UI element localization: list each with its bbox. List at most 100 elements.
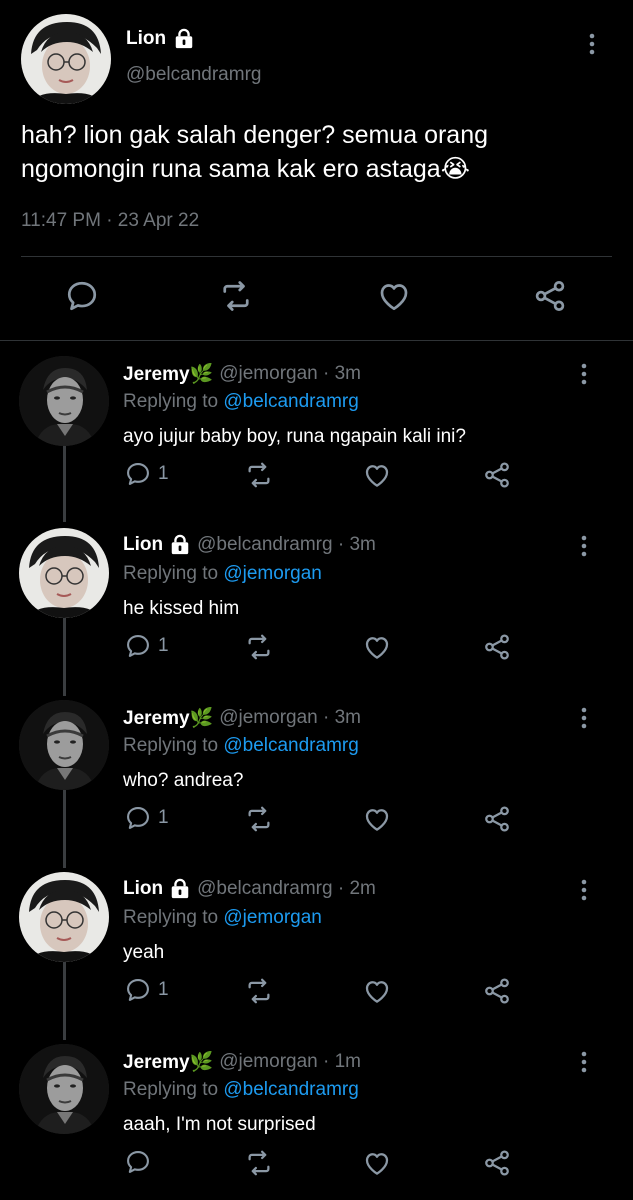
divider bbox=[21, 256, 612, 257]
divider bbox=[0, 340, 633, 341]
heart-icon[interactable] bbox=[376, 278, 412, 319]
more-vertical-icon[interactable] bbox=[580, 706, 588, 735]
reply-text: who? andrea? bbox=[123, 770, 244, 791]
mention-link[interactable]: @belcandramrg bbox=[223, 735, 358, 756]
retweet-icon[interactable] bbox=[244, 804, 274, 834]
reply-actions: 1 bbox=[0, 976, 633, 1006]
heart-icon[interactable] bbox=[362, 1148, 392, 1178]
share-icon[interactable] bbox=[482, 976, 512, 1006]
reply-header: Jeremy🌿 @jemorgan · 3m bbox=[123, 706, 361, 730]
lock-icon bbox=[169, 878, 191, 900]
avatar[interactable] bbox=[19, 1044, 109, 1134]
replying-label: Replying to bbox=[123, 563, 224, 584]
share-icon[interactable] bbox=[482, 1148, 512, 1178]
reply-count: 1 bbox=[158, 807, 169, 828]
more-vertical-icon[interactable] bbox=[580, 362, 588, 391]
retweet-icon[interactable] bbox=[244, 460, 274, 490]
replying-to: Replying to @jemorgan bbox=[123, 907, 322, 929]
reply-header: Jeremy🌿 @jemorgan · 1m bbox=[123, 1050, 361, 1074]
reply-tweet[interactable]: Jeremy🌿 @jemorgan · 1m Replying to @belc… bbox=[0, 1036, 633, 1200]
heart-icon[interactable] bbox=[362, 976, 392, 1006]
main-tweet: Lion @belcandramrg hah? lion gak salah d… bbox=[0, 0, 633, 340]
author-handle-time[interactable]: @jemorgan · 3m bbox=[219, 707, 361, 729]
retweet-icon[interactable] bbox=[244, 632, 274, 662]
author-name-text: Lion bbox=[126, 28, 167, 49]
reply-count: 1 bbox=[158, 979, 169, 1000]
lock-icon bbox=[173, 28, 195, 50]
replying-label: Replying to bbox=[123, 391, 224, 412]
mention-link[interactable]: @jemorgan bbox=[223, 563, 322, 584]
reply-button[interactable]: 1 bbox=[124, 632, 169, 660]
reply-icon bbox=[124, 804, 152, 832]
replying-to: Replying to @belcandramrg bbox=[123, 1079, 359, 1101]
reply-icon bbox=[124, 460, 152, 488]
reply-button[interactable] bbox=[124, 1148, 158, 1176]
replying-label: Replying to bbox=[123, 1079, 224, 1100]
retweet-icon[interactable] bbox=[244, 1148, 274, 1178]
author-name[interactable]: Jeremy🌿 bbox=[123, 362, 213, 386]
reply-text: aaah, I'm not surprised bbox=[123, 1114, 316, 1135]
reply-button[interactable]: 1 bbox=[124, 804, 169, 832]
more-vertical-icon[interactable] bbox=[580, 534, 588, 563]
avatar[interactable] bbox=[19, 700, 109, 790]
reply-icon bbox=[124, 976, 152, 1004]
heart-icon[interactable] bbox=[362, 632, 392, 662]
author-handle-time[interactable]: @belcandramrg · 3m bbox=[197, 534, 376, 556]
reply-header: Lion @belcandramrg · 2m bbox=[123, 878, 376, 900]
retweet-icon[interactable] bbox=[218, 278, 254, 319]
reply-count: 1 bbox=[158, 635, 169, 656]
replying-to: Replying to @belcandramrg bbox=[123, 391, 359, 413]
heart-icon[interactable] bbox=[362, 804, 392, 834]
mention-link[interactable]: @jemorgan bbox=[223, 907, 322, 928]
reply-button[interactable]: 1 bbox=[124, 460, 169, 488]
reply-icon bbox=[124, 632, 152, 660]
replying-to: Replying to @belcandramrg bbox=[123, 735, 359, 757]
author-handle[interactable]: @belcandramrg bbox=[126, 64, 261, 86]
author-name[interactable]: Lion bbox=[126, 28, 195, 50]
reply-text: ayo jujur baby boy, runa ngapain kali in… bbox=[123, 426, 466, 447]
tweet-text: hah? lion gak salah denger? semua orang … bbox=[21, 121, 489, 183]
share-icon[interactable] bbox=[482, 804, 512, 834]
retweet-icon[interactable] bbox=[244, 976, 274, 1006]
avatar[interactable] bbox=[19, 356, 109, 446]
more-vertical-icon[interactable] bbox=[588, 32, 596, 61]
author-name[interactable]: Jeremy🌿 bbox=[123, 706, 213, 730]
reply-text: he kissed him bbox=[123, 598, 240, 619]
replying-label: Replying to bbox=[123, 907, 224, 928]
reply-button[interactable]: 1 bbox=[124, 976, 169, 1004]
avatar[interactable] bbox=[19, 872, 109, 962]
reply-icon[interactable] bbox=[64, 278, 100, 319]
reply-tweet[interactable]: Lion @belcandramrg · 2m Replying to @jem… bbox=[0, 864, 633, 1036]
reply-tweet[interactable]: Jeremy🌿 @jemorgan · 3m Replying to @belc… bbox=[0, 692, 633, 864]
author-name[interactable]: Lion bbox=[123, 878, 163, 900]
author-name[interactable]: Jeremy🌿 bbox=[123, 1050, 213, 1074]
reply-tweet[interactable]: Jeremy🌿 @jemorgan · 3m Replying to @belc… bbox=[0, 348, 633, 520]
avatar[interactable] bbox=[21, 14, 111, 104]
reply-actions bbox=[0, 1148, 633, 1178]
share-icon[interactable] bbox=[532, 278, 568, 319]
reply-actions: 1 bbox=[0, 632, 633, 662]
author-handle-time[interactable]: @belcandramrg · 2m bbox=[197, 878, 376, 900]
share-icon[interactable] bbox=[482, 632, 512, 662]
reply-actions: 1 bbox=[0, 460, 633, 490]
tweet-actions bbox=[0, 278, 633, 318]
author-handle-time[interactable]: @jemorgan · 1m bbox=[219, 1051, 361, 1073]
reply-tweet[interactable]: Lion @belcandramrg · 3m Replying to @jem… bbox=[0, 520, 633, 692]
share-icon[interactable] bbox=[482, 460, 512, 490]
reply-text: yeah bbox=[123, 942, 165, 963]
more-vertical-icon[interactable] bbox=[580, 878, 588, 907]
lock-icon bbox=[169, 534, 191, 556]
replying-label: Replying to bbox=[123, 735, 224, 756]
mention-link[interactable]: @belcandramrg bbox=[223, 391, 358, 412]
heart-icon[interactable] bbox=[362, 460, 392, 490]
reply-icon bbox=[124, 1148, 152, 1176]
author-name[interactable]: Lion bbox=[123, 534, 163, 556]
mention-link[interactable]: @belcandramrg bbox=[223, 1079, 358, 1100]
avatar[interactable] bbox=[19, 528, 109, 618]
reply-header: Lion @belcandramrg · 3m bbox=[123, 534, 376, 556]
more-vertical-icon[interactable] bbox=[580, 1050, 588, 1079]
author-handle-time[interactable]: @jemorgan · 3m bbox=[219, 363, 361, 385]
reply-actions: 1 bbox=[0, 804, 633, 834]
replying-to: Replying to @jemorgan bbox=[123, 563, 322, 585]
tweet-timestamp[interactable]: 11:47 PM · 23 Apr 22 bbox=[21, 210, 199, 232]
